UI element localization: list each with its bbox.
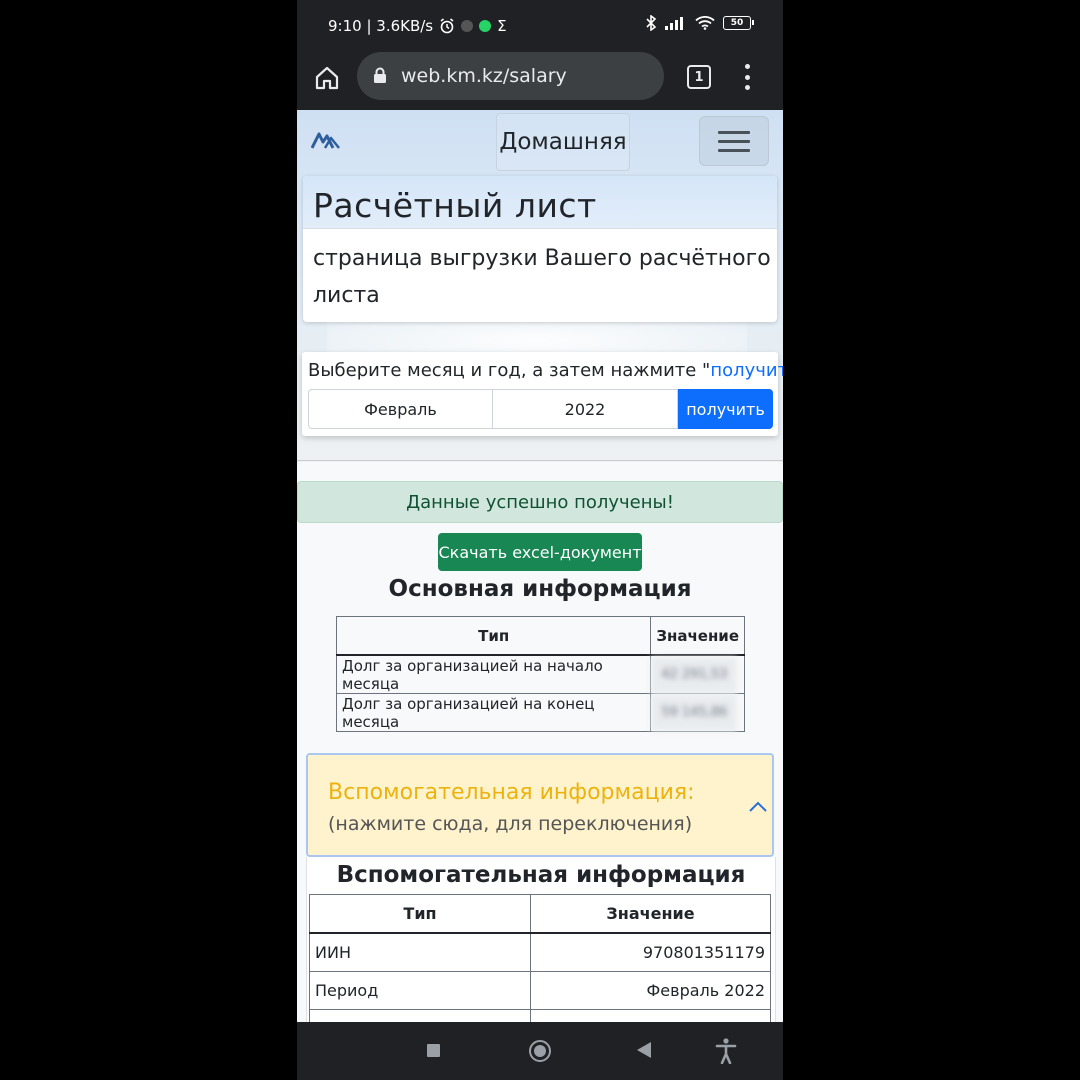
- table-cell: Долг за организацией на конец месяца: [335, 693, 652, 732]
- get-button[interactable]: получить: [678, 389, 773, 429]
- table-cell: 970801351179: [530, 932, 771, 972]
- phone-screen: 9:10 | 3.6KB/s Σ 50 web.km.kz/salary 1 Д: [297, 0, 783, 1080]
- web-content: Домашняя Расчётный лист страница выгрузк…: [297, 110, 783, 1022]
- column-header: Значение: [650, 616, 745, 656]
- back-button[interactable]: [637, 1042, 651, 1058]
- year-select[interactable]: 2022: [493, 389, 678, 429]
- lock-icon: [374, 67, 386, 83]
- accordion-title: Вспомогательная информация:: [328, 780, 695, 805]
- aux-info-heading: Вспомогательная информация: [336, 862, 746, 888]
- accessibility-icon[interactable]: [715, 1038, 737, 1064]
- table-cell: ИИН: [309, 932, 531, 972]
- aux-info-table: Тип Значение ИИН 970801351179 Период Фев…: [309, 894, 771, 1022]
- column-header: Тип: [335, 616, 652, 656]
- bluetooth-icon: [646, 15, 657, 31]
- table-cell: Период: [309, 971, 531, 1010]
- main-info-table: Тип Значение Долг за организацией на нач…: [335, 616, 745, 732]
- table-row: Долг за организацией на начало месяца 42…: [335, 654, 745, 694]
- instruction-link: получить: [710, 360, 783, 381]
- main-info-heading: Основная информация: [388, 576, 692, 602]
- aux-info-accordion-toggle[interactable]: Вспомогательная информация: (нажмите сюд…: [306, 753, 774, 857]
- table-cell: Долг за организацией на начало месяца: [335, 654, 652, 694]
- system-nav-bar: [297, 1022, 783, 1080]
- table-row: [309, 1009, 771, 1022]
- column-header: Значение: [530, 894, 771, 934]
- nav-home-link[interactable]: Домашняя: [496, 113, 630, 171]
- sigma-icon: Σ: [497, 17, 507, 35]
- tab-switcher-button[interactable]: 1: [687, 65, 711, 89]
- table-row: ИИН 970801351179: [309, 932, 771, 972]
- page-header-card: Расчётный лист страница выгрузки Вашего …: [303, 176, 777, 322]
- home-icon[interactable]: [313, 64, 341, 92]
- browser-toolbar: web.km.kz/salary 1: [297, 52, 783, 110]
- selector-instruction: Выберите месяц и год, а затем нажмите "п…: [308, 360, 783, 381]
- alarm-icon: [440, 18, 454, 34]
- overflow-menu-icon[interactable]: [743, 64, 751, 90]
- status-bar: 9:10 | 3.6KB/s Σ 50: [297, 0, 783, 52]
- url-text: web.km.kz/salary: [401, 65, 567, 87]
- page-subtitle: страница выгрузки Вашего расчётного лист…: [313, 246, 771, 308]
- column-header: Тип: [309, 894, 531, 934]
- recents-button[interactable]: [427, 1044, 440, 1057]
- status-time: 9:10 | 3.6KB/s: [328, 17, 434, 35]
- navbar-toggler-button[interactable]: [699, 116, 769, 166]
- success-alert: Данные успешно получены!: [297, 481, 783, 523]
- address-bar[interactable]: web.km.kz/salary: [357, 52, 664, 100]
- period-selector-card: Выберите месяц и год, а затем нажмите "п…: [302, 352, 783, 436]
- month-select[interactable]: Февраль: [308, 389, 493, 429]
- aux-info-panel: Вспомогательная информация Тип Значение …: [306, 857, 776, 1022]
- notification-dot-icon: [461, 20, 474, 32]
- battery-icon: 50: [723, 16, 754, 30]
- whatsapp-icon: [479, 20, 492, 32]
- table-row: Период Февраль 2022: [309, 971, 771, 1010]
- blurred-value: 42 291,53: [651, 656, 738, 693]
- blurred-value: 59 145,86: [651, 694, 738, 731]
- site-logo[interactable]: [311, 130, 341, 150]
- signal-icon: [665, 17, 683, 30]
- wifi-icon: [695, 16, 715, 30]
- table-row: Долг за организацией на конец месяца 59 …: [335, 693, 745, 732]
- download-excel-button[interactable]: Скачать excel-документ: [438, 533, 642, 571]
- table-cell: Февраль 2022: [530, 971, 771, 1010]
- home-nav-button[interactable]: [529, 1040, 551, 1062]
- accordion-hint: (нажмите сюда, для переключения): [328, 813, 693, 835]
- divider: [297, 460, 783, 461]
- page-title: Расчётный лист: [313, 186, 597, 225]
- chevron-up-icon: [749, 801, 767, 812]
